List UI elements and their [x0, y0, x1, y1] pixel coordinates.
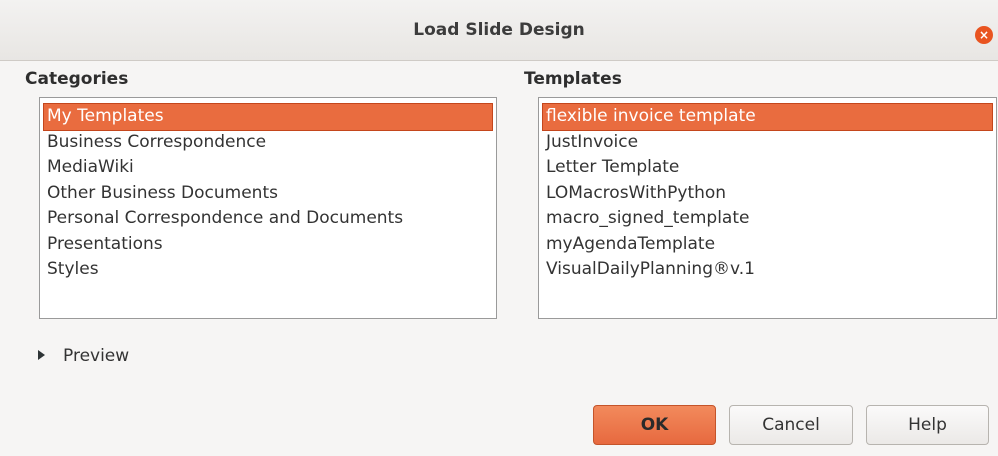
close-icon[interactable]: × — [975, 26, 993, 44]
cancel-button[interactable]: Cancel — [729, 405, 853, 445]
help-button[interactable]: Help — [866, 405, 989, 445]
template-item-macro-signed-template[interactable]: macro_signed_template — [543, 206, 992, 232]
ok-button[interactable]: OK — [593, 405, 716, 445]
dialog-titlebar: Load Slide Design × — [0, 0, 998, 61]
category-item-personal-correspondence[interactable]: Personal Correspondence and Documents — [44, 206, 492, 232]
templates-label: Templates — [524, 69, 622, 89]
preview-expander[interactable]: Preview — [38, 346, 129, 366]
expand-arrow-icon[interactable] — [38, 350, 45, 360]
category-item-styles[interactable]: Styles — [44, 257, 492, 283]
template-item-flexible-invoice[interactable]: flexible invoice template — [542, 103, 993, 131]
category-item-other-business-documents[interactable]: Other Business Documents — [44, 181, 492, 207]
template-item-myagendatemplate[interactable]: myAgendaTemplate — [543, 232, 992, 258]
categories-list[interactable]: My Templates Business Correspondence Med… — [39, 97, 497, 319]
templates-list[interactable]: flexible invoice template JustInvoice Le… — [538, 97, 997, 319]
dialog-title: Load Slide Design — [413, 20, 585, 40]
category-item-presentations[interactable]: Presentations — [44, 232, 492, 258]
category-item-business-correspondence[interactable]: Business Correspondence — [44, 130, 492, 156]
template-item-lomacroswithpython[interactable]: LOMacrosWithPython — [543, 181, 992, 207]
template-item-visualdailyplanning[interactable]: VisualDailyPlanning®v.1 — [543, 257, 992, 283]
template-item-letter-template[interactable]: Letter Template — [543, 155, 992, 181]
template-item-justinvoice[interactable]: JustInvoice — [543, 130, 992, 156]
category-item-mediawiki[interactable]: MediaWiki — [44, 155, 492, 181]
preview-label: Preview — [63, 346, 130, 366]
category-item-my-templates[interactable]: My Templates — [43, 103, 493, 131]
categories-label: Categories — [25, 69, 129, 89]
